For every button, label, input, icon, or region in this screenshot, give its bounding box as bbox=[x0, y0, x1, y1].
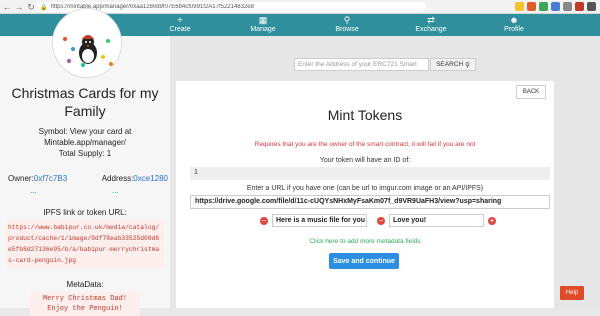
contract-symbol: Symbol: View your card at Mintable.app/m… bbox=[4, 126, 166, 159]
nav-exchange-label: Exchange bbox=[415, 26, 447, 33]
ipfs-link[interactable]: https://www.babipur.co.uk/media/catalog/… bbox=[6, 220, 164, 268]
owner-address-row: Owner:0xf7c7B3 Address:0xce1280 bbox=[8, 174, 168, 183]
token-id-label: Your token will have an ID of: bbox=[319, 157, 411, 164]
extension-icon[interactable] bbox=[527, 2, 536, 11]
nav-exchange[interactable]: ⇄ Exchange bbox=[401, 15, 461, 34]
extension-icon[interactable] bbox=[575, 2, 584, 11]
search-icon: ⚲ bbox=[465, 61, 470, 69]
metadata-title: MetaData: bbox=[66, 280, 104, 289]
mint-title: Mint Tokens bbox=[327, 107, 403, 123]
grid-icon: ▦ bbox=[258, 15, 268, 25]
search-button-label: SEARCH bbox=[436, 61, 464, 68]
search-icon: ⚲ bbox=[343, 15, 351, 25]
url-label: Enter a URL if you have one (can be url … bbox=[246, 185, 484, 192]
add-metadata-link[interactable]: Click here to add more metadata fields bbox=[176, 238, 554, 245]
remove-metadata-key-icon[interactable]: – bbox=[260, 217, 268, 225]
menu-icon[interactable] bbox=[587, 2, 596, 11]
nav-browse-label: Browse bbox=[335, 26, 359, 33]
contract-title: Christmas Cards for my Family bbox=[11, 85, 159, 119]
owner-field: Owner:0xf7c7B3 bbox=[8, 174, 67, 183]
extension-icon[interactable] bbox=[551, 2, 560, 11]
extension-icon[interactable] bbox=[539, 2, 548, 11]
penguin-avatar bbox=[52, 8, 122, 78]
address-ellipsis: ... bbox=[112, 186, 119, 195]
reload-icon[interactable]: ↻ bbox=[26, 2, 36, 12]
symbol-text: Symbol: View your card at Mintable.app/m… bbox=[38, 127, 132, 147]
total-supply: Total Supply: 1 bbox=[58, 149, 112, 158]
forward-arrow-icon[interactable]: → bbox=[14, 2, 24, 12]
search-button[interactable]: SEARCH ⚲ bbox=[430, 58, 476, 71]
main-area: Enter the Address of your ERC721 Smart S… bbox=[170, 36, 600, 308]
extension-icons bbox=[515, 2, 596, 11]
contract-search-input[interactable]: Enter the Address of your ERC721 Smart bbox=[294, 58, 429, 71]
nav-manage[interactable]: ▦ Manage bbox=[233, 15, 293, 34]
owner-label: Owner: bbox=[8, 174, 34, 183]
nav-profile-label: Profile bbox=[504, 26, 524, 33]
nav-create-label: Create bbox=[169, 26, 191, 33]
nav-create[interactable]: + Create bbox=[150, 15, 210, 34]
back-arrow-icon[interactable]: ← bbox=[2, 2, 12, 12]
user-icon: ☻ bbox=[509, 15, 519, 25]
address-label: Address: bbox=[101, 174, 134, 183]
metadata-value: Merry Christmas Dad! Enjoy the Penguin! bbox=[30, 292, 140, 316]
remove-metadata-value-icon[interactable]: – bbox=[377, 217, 385, 225]
help-button[interactable]: Help bbox=[560, 286, 584, 300]
save-and-continue-button[interactable]: Save and continue bbox=[329, 253, 399, 269]
plus-icon: + bbox=[177, 15, 183, 25]
exchange-icon: ⇄ bbox=[427, 15, 435, 25]
metadata-key-input[interactable]: Here is a music file for you t bbox=[272, 214, 367, 227]
token-url-input[interactable]: https://drive.google.com/file/d/11c-cUQY… bbox=[190, 195, 550, 209]
contract-address-link[interactable]: 0xce1280 bbox=[133, 174, 168, 183]
metadata-value-input[interactable]: Love you! bbox=[389, 214, 484, 227]
mint-card: BACK Mint Tokens Requires that you are t… bbox=[176, 81, 554, 308]
nav-browse[interactable]: ⚲ Browse bbox=[317, 15, 377, 34]
owner-address-link[interactable]: 0xf7c7B3 bbox=[34, 174, 67, 183]
nav-profile[interactable]: ☻ Profile bbox=[484, 15, 544, 34]
token-id-field: 1 bbox=[190, 167, 550, 180]
address-field: Address:0xce1280 bbox=[102, 174, 168, 183]
owner-ellipsis: ... bbox=[30, 186, 37, 195]
extension-icon[interactable] bbox=[563, 2, 572, 11]
extension-icon[interactable] bbox=[515, 2, 524, 11]
ipfs-title: IPFS link or token URL: bbox=[43, 208, 127, 217]
add-metadata-icon[interactable]: + bbox=[488, 217, 496, 225]
nav-manage-label: Manage bbox=[250, 26, 276, 33]
penguin-icon bbox=[54, 10, 121, 77]
owner-warning: Requires that you are the owner of the s… bbox=[254, 141, 476, 148]
contract-panel: Christmas Cards for my Family Symbol: Vi… bbox=[0, 8, 170, 316]
back-button[interactable]: BACK bbox=[516, 85, 546, 99]
lock-icon: 🔒 bbox=[40, 4, 48, 11]
